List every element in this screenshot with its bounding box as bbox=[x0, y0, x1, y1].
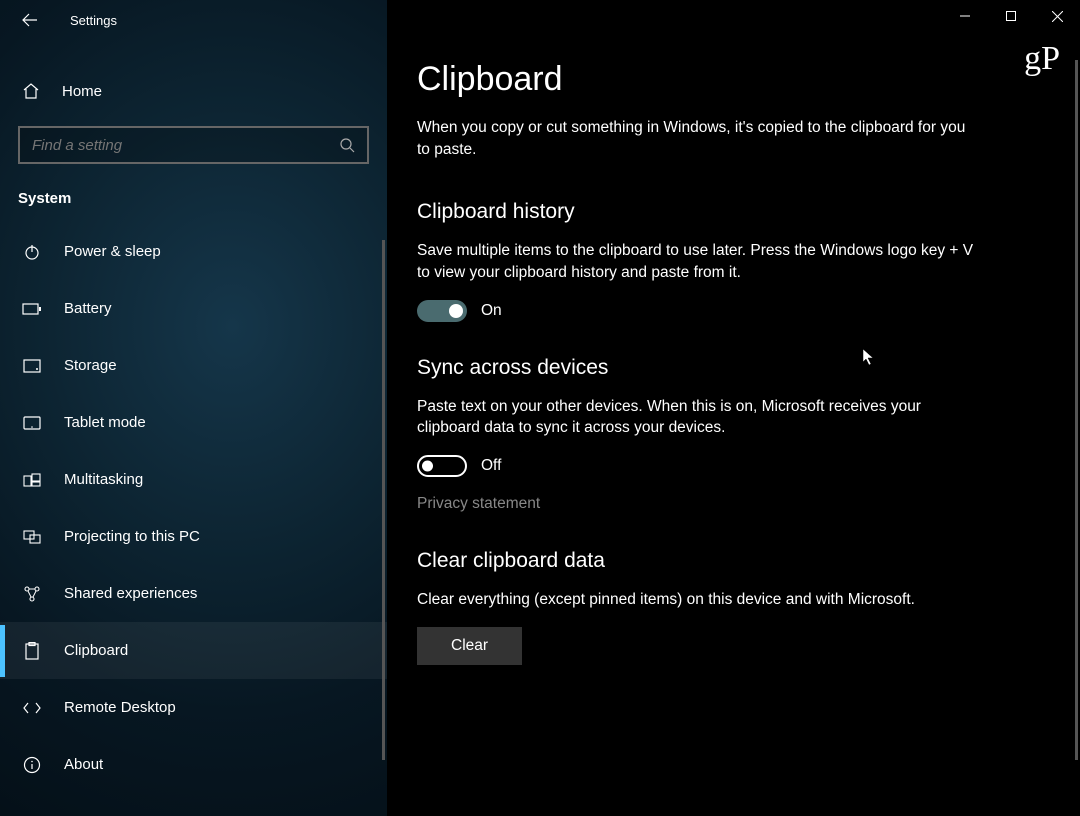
sidebar-item-label: Power & sleep bbox=[64, 243, 161, 260]
toggle-row-history: On bbox=[417, 300, 1040, 322]
sidebar-item-clipboard[interactable]: Clipboard bbox=[0, 622, 387, 679]
sidebar-item-label: Clipboard bbox=[64, 642, 128, 659]
maximize-button[interactable] bbox=[988, 0, 1034, 32]
clear-button[interactable]: Clear bbox=[417, 627, 522, 665]
page-description: When you copy or cut something in Window… bbox=[417, 117, 977, 160]
section-title-sync: Sync across devices bbox=[417, 356, 1040, 380]
sidebar-home[interactable]: Home bbox=[0, 70, 387, 112]
window-controls bbox=[942, 0, 1080, 32]
remote-icon bbox=[22, 701, 42, 715]
sidebar-item-battery[interactable]: Battery bbox=[0, 280, 387, 337]
search-box[interactable] bbox=[18, 126, 369, 164]
sidebar-item-storage[interactable]: Storage bbox=[0, 337, 387, 394]
project-icon bbox=[22, 530, 42, 544]
back-arrow-icon bbox=[22, 12, 38, 28]
app-title: Settings bbox=[70, 13, 117, 28]
privacy-link[interactable]: Privacy statement bbox=[417, 495, 540, 513]
watermark: gP bbox=[1024, 40, 1060, 78]
close-button[interactable] bbox=[1034, 0, 1080, 32]
sidebar-item-label: Tablet mode bbox=[64, 414, 146, 431]
sidebar-item-projecting[interactable]: Projecting to this PC bbox=[0, 508, 387, 565]
minimize-button[interactable] bbox=[942, 0, 988, 32]
shared-icon bbox=[22, 585, 42, 603]
sidebar-item-label: Storage bbox=[64, 357, 117, 374]
nav-list: Power & sleep Battery Storage Tablet mod… bbox=[0, 223, 387, 816]
section-title-clear: Clear clipboard data bbox=[417, 549, 1040, 573]
storage-icon bbox=[22, 359, 42, 373]
toggle-row-sync: Off bbox=[417, 455, 1040, 477]
minimize-icon bbox=[960, 11, 970, 21]
sidebar-home-label: Home bbox=[62, 83, 102, 100]
maximize-icon bbox=[1006, 11, 1016, 21]
cursor-icon bbox=[862, 348, 874, 366]
sidebar-scrollbar[interactable] bbox=[382, 240, 385, 760]
toggle-knob bbox=[422, 461, 433, 472]
close-icon bbox=[1052, 11, 1063, 22]
multitask-icon bbox=[22, 473, 42, 487]
power-icon bbox=[22, 243, 42, 261]
sidebar-item-shared-experiences[interactable]: Shared experiences bbox=[0, 565, 387, 622]
section-desc-history: Save multiple items to the clipboard to … bbox=[417, 240, 977, 283]
toggle-sync[interactable] bbox=[417, 455, 467, 477]
main-scrollbar[interactable] bbox=[1075, 60, 1078, 760]
sidebar-item-label: Remote Desktop bbox=[64, 699, 176, 716]
toggle-label-sync: Off bbox=[481, 457, 501, 475]
category-label: System bbox=[0, 186, 387, 223]
sidebar-item-tablet-mode[interactable]: Tablet mode bbox=[0, 394, 387, 451]
sidebar-item-label: Projecting to this PC bbox=[64, 528, 200, 545]
sidebar-item-label: Multitasking bbox=[64, 471, 143, 488]
sidebar-item-multitasking[interactable]: Multitasking bbox=[0, 451, 387, 508]
main-content: gP Clipboard When you copy or cut someth… bbox=[387, 0, 1080, 816]
home-icon bbox=[22, 82, 42, 100]
back-button[interactable] bbox=[20, 10, 40, 30]
section-title-history: Clipboard history bbox=[417, 200, 1040, 224]
info-icon bbox=[22, 756, 42, 774]
sidebar-item-power-sleep[interactable]: Power & sleep bbox=[0, 223, 387, 280]
toggle-history[interactable] bbox=[417, 300, 467, 322]
clipboard-icon bbox=[22, 642, 42, 660]
section-desc-clear: Clear everything (except pinned items) o… bbox=[417, 589, 977, 611]
page-title: Clipboard bbox=[417, 60, 1040, 99]
sidebar-item-label: Shared experiences bbox=[64, 585, 197, 602]
sidebar-item-about[interactable]: About bbox=[0, 736, 387, 793]
search-icon bbox=[339, 137, 355, 153]
titlebar-left: Settings bbox=[0, 0, 387, 40]
sidebar-item-label: Battery bbox=[64, 300, 112, 317]
section-desc-sync: Paste text on your other devices. When t… bbox=[417, 396, 977, 439]
sidebar-item-remote-desktop[interactable]: Remote Desktop bbox=[0, 679, 387, 736]
toggle-label-history: On bbox=[481, 302, 502, 320]
toggle-knob bbox=[449, 304, 463, 318]
sidebar-item-label: About bbox=[64, 756, 103, 773]
tablet-icon bbox=[22, 416, 42, 430]
search-input[interactable] bbox=[32, 137, 339, 154]
sidebar: Settings Home System Power & sleep Batte… bbox=[0, 0, 387, 816]
battery-icon bbox=[22, 303, 42, 315]
